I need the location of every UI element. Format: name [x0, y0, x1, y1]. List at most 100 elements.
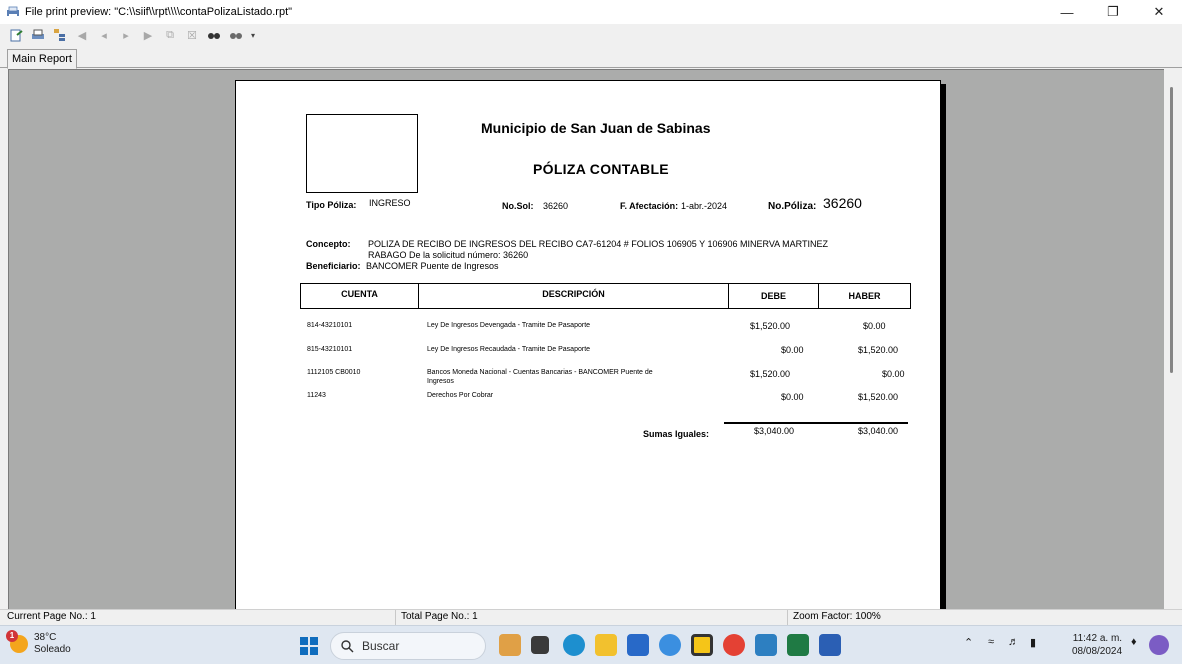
f-afectacion-label: F. Afectación:: [620, 201, 679, 211]
print-preview-app-icon[interactable]: [755, 634, 777, 656]
tipo-poliza-value: INGRESO: [369, 198, 411, 208]
search-text-icon[interactable]: [206, 27, 222, 43]
report-municipio: Municipio de San Juan de Sabinas: [481, 120, 711, 136]
concepto-label: Concepto:: [306, 239, 351, 249]
first-page-icon[interactable]: ◀: [74, 27, 90, 43]
sumas-debe: $3,040.00: [754, 426, 795, 436]
tipo-poliza-label: Tipo Póliza:: [306, 200, 357, 210]
f-afectacion-value: 1-abr.-2024: [681, 201, 728, 211]
restore-button[interactable]: ❐: [1090, 0, 1136, 24]
row-descripcion: Bancos Moneda Nacional - Cuentas Bancari…: [427, 369, 653, 376]
row-haber: $1,520.00: [858, 345, 899, 355]
clock[interactable]: 11:42 a. m. 08/08/2024: [1072, 632, 1122, 658]
status-bar: Current Page No.: 1 Total Page No.: 1 Zo…: [0, 609, 1182, 625]
chrome-icon[interactable]: [723, 634, 745, 656]
previous-page-icon[interactable]: ◂: [96, 27, 112, 43]
last-page-icon[interactable]: ▶: [140, 27, 156, 43]
window-title: File print preview: "C:\\siif\\rpt\\\\co…: [25, 6, 293, 18]
row-debe: $1,520.00: [750, 369, 791, 379]
search-icon: [341, 639, 354, 652]
printer-app-icon: [7, 6, 19, 17]
toolbar: ◀ ◂ ▸ ▶ ⧉ ☒ ▾: [0, 24, 1182, 46]
notification-bell-icon[interactable]: ♦: [1131, 636, 1137, 648]
cat-widget-icon[interactable]: [499, 634, 521, 656]
row-haber: $0.00: [882, 369, 905, 379]
store-icon[interactable]: [627, 634, 649, 656]
taskbar: 1 38°C Soleado Buscar ⌃ ≈ ♬ ▮ 11:42 a. m…: [0, 625, 1182, 664]
print-icon[interactable]: [30, 27, 46, 43]
goto-page-icon[interactable]: ⧉: [162, 27, 178, 43]
row-descripcion: Ley De Ingresos Recaudada - Tramite De P…: [427, 346, 591, 353]
minimize-button[interactable]: —: [1044, 0, 1090, 24]
no-sol-label: No.Sol:: [502, 201, 534, 211]
row-descripcion: Ley De Ingresos Devengada - Tramite De P…: [427, 322, 591, 329]
battery-icon[interactable]: ▮: [1030, 636, 1036, 649]
tab-strip: Main Report: [0, 46, 1182, 69]
windows-start-icon[interactable]: [300, 637, 318, 655]
scrollbar-thumb[interactable]: [1170, 87, 1173, 373]
no-sol-value: 36260: [543, 201, 569, 211]
header-debe: DEBE: [760, 291, 786, 301]
row-cuenta: 11243: [307, 392, 326, 399]
zoom-status: Zoom Factor: 100%: [793, 611, 881, 622]
row-cuenta: 815-43210101: [307, 346, 353, 353]
edge-browser-icon[interactable]: [563, 634, 585, 656]
search-placeholder: Buscar: [362, 639, 400, 653]
header-cuenta: CUENTA: [341, 289, 378, 299]
weather-badge: 1: [6, 630, 18, 642]
tab-main-report[interactable]: Main Report: [7, 49, 77, 69]
close-button[interactable]: ✕: [1136, 0, 1182, 24]
wifi-icon[interactable]: ≈: [988, 636, 994, 648]
vertical-scrollbar[interactable]: [1164, 69, 1182, 609]
row-haber: $0.00: [863, 321, 886, 331]
next-page-icon[interactable]: ▸: [118, 27, 134, 43]
row-descripcion: Derechos Por Cobrar: [427, 392, 494, 399]
header-haber: HABER: [848, 291, 881, 301]
weather-temp: 38°C: [34, 632, 57, 643]
sumas-label: Sumas Iguales:: [643, 429, 710, 439]
zoom-icon[interactable]: [228, 27, 244, 43]
group-tree-icon[interactable]: [52, 27, 68, 43]
table-header: CUENTA DESCRIPCIÓN DEBE HABER: [300, 283, 911, 309]
taskbar-search[interactable]: Buscar: [330, 632, 486, 660]
logo-placeholder: [306, 114, 418, 193]
report-viewer: Municipio de San Juan de Sabinas PÓLIZA …: [8, 69, 1164, 609]
file-explorer-icon[interactable]: [595, 634, 617, 656]
current-page-status: Current Page No.: 1: [7, 611, 96, 622]
row-debe: $0.00: [781, 392, 804, 402]
app-icon[interactable]: [659, 634, 681, 656]
header-descripcion: DESCRIPCIÓN: [542, 289, 605, 299]
sticky-notes-icon[interactable]: [691, 634, 713, 656]
chevron-up-icon[interactable]: ⌃: [964, 636, 973, 649]
total-page-status: Total Page No.: 1: [401, 611, 478, 622]
row-cuenta: 1112105 CB0010: [307, 369, 361, 376]
export-icon[interactable]: [8, 27, 24, 43]
sun-icon: 1: [6, 630, 28, 653]
totals-rule: [724, 422, 908, 424]
row-debe: $0.00: [781, 345, 804, 355]
row-debe: $1,520.00: [750, 321, 791, 331]
weather-condition: Soleado: [34, 644, 71, 655]
weather-widget[interactable]: 1 38°C Soleado: [6, 630, 71, 656]
concepto-line1: POLIZA DE RECIBO DE INGRESOS DEL RECIBO …: [368, 239, 829, 249]
copilot-icon[interactable]: [1149, 635, 1169, 655]
clock-date: 08/08/2024: [1072, 646, 1123, 657]
status-separator: [787, 610, 788, 625]
task-view-icon[interactable]: [531, 636, 549, 654]
volume-icon[interactable]: ♬: [1008, 636, 1019, 648]
title-bar: File print preview: "C:\\siif\\rpt\\\\co…: [0, 0, 1182, 24]
no-poliza-label: No.Póliza:: [768, 201, 817, 212]
report-title: PÓLIZA CONTABLE: [533, 161, 669, 177]
word-icon[interactable]: [819, 634, 841, 656]
zoom-dropdown-icon[interactable]: ▾: [250, 27, 256, 43]
sumas-haber: $3,040.00: [858, 426, 899, 436]
excel-icon[interactable]: [787, 634, 809, 656]
beneficiario-value: BANCOMER Puente de Ingresos: [366, 261, 499, 271]
concepto-line2: RABAGO De la solicitud número: 36260: [368, 250, 529, 260]
no-poliza-value: 36260: [823, 195, 862, 211]
row-descripcion-cont: Ingresos: [427, 378, 454, 385]
status-separator: [395, 610, 396, 625]
report-page: Municipio de San Juan de Sabinas PÓLIZA …: [235, 80, 941, 609]
stop-icon[interactable]: ☒: [184, 27, 200, 43]
row-cuenta: 814-43210101: [307, 322, 353, 329]
